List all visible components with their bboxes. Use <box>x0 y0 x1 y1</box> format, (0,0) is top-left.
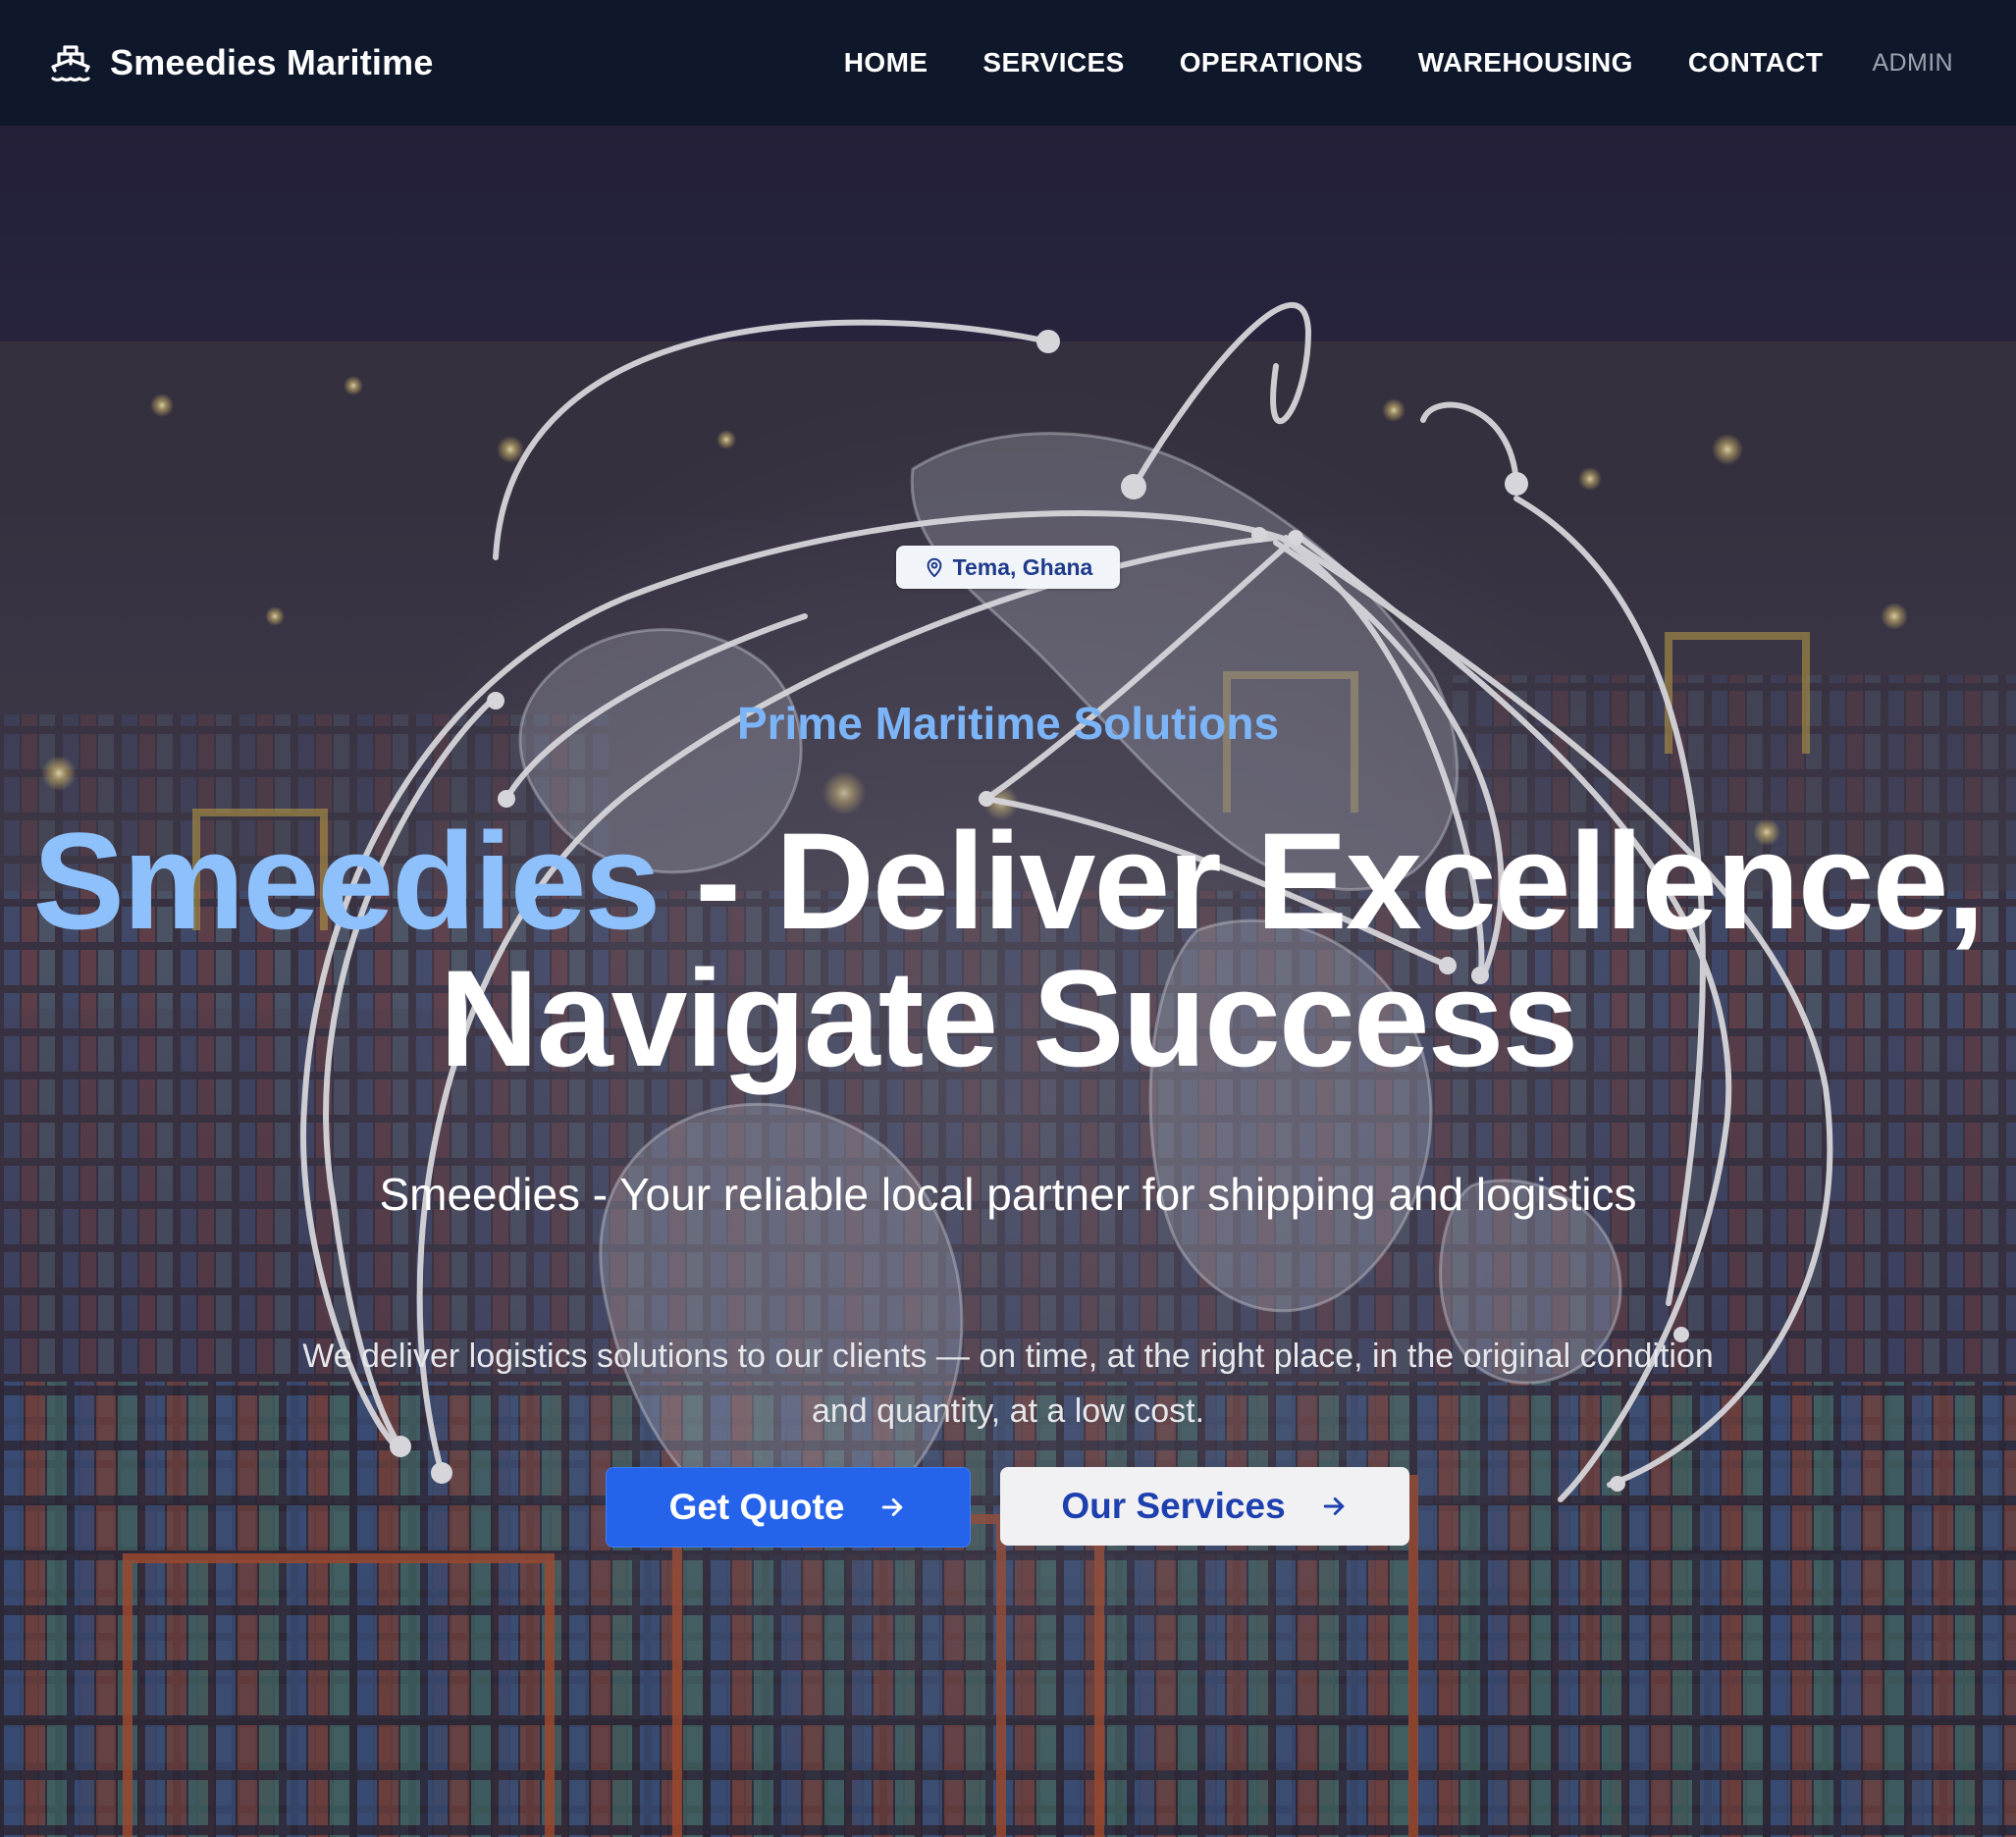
nav-contact[interactable]: CONTACT <box>1688 47 1824 79</box>
nav-admin[interactable]: ADMIN <box>1872 49 1953 78</box>
nav-home[interactable]: HOME <box>844 47 928 79</box>
our-services-button[interactable]: Our Services <box>1000 1467 1409 1546</box>
arrow-right-icon <box>1323 1497 1344 1515</box>
hero-content: Tema, Ghana Prime Maritime Solutions Sme… <box>0 126 2016 1837</box>
hero-headline: Smeedies - Deliver Excellence, Navigate … <box>0 813 2016 1087</box>
headline-rest: - Deliver Excellence, <box>659 804 1985 958</box>
get-quote-label: Get Quote <box>668 1487 845 1527</box>
nav-operations[interactable]: OPERATIONS <box>1180 47 1363 79</box>
arrow-right-icon <box>882 1498 903 1516</box>
location-badge: Tema, Ghana <box>896 546 1120 589</box>
location-text: Tema, Ghana <box>952 553 1093 580</box>
headline-accent: Smeedies <box>32 804 662 958</box>
ship-icon <box>51 45 90 82</box>
get-quote-button[interactable]: Get Quote <box>606 1467 971 1548</box>
nav-warehousing[interactable]: WAREHOUSING <box>1418 47 1633 79</box>
top-navbar: Smeedies Maritime HOME SERVICES OPERATIO… <box>0 0 2016 126</box>
brand-name: Smeedies Maritime <box>110 42 434 82</box>
nav-services[interactable]: SERVICES <box>982 47 1124 79</box>
brand[interactable]: Smeedies Maritime <box>47 39 434 86</box>
our-services-label: Our Services <box>1061 1486 1286 1526</box>
hero-tagline: Smeedies - Your reliable local partner f… <box>379 1169 1637 1220</box>
headline-line-1: Smeedies - Deliver Excellence, <box>0 813 2016 950</box>
map-pin-icon <box>927 557 942 578</box>
hero-kicker: Prime Maritime Solutions <box>736 698 1280 749</box>
hero-description: We deliver logistics solutions to our cl… <box>302 1338 1714 1430</box>
main-nav: HOME SERVICES OPERATIONS WAREHOUSING CON… <box>789 0 1953 126</box>
headline-line-2: Navigate Success <box>439 941 1579 1095</box>
hero-section: Tema, Ghana Prime Maritime Solutions Sme… <box>0 126 2016 1837</box>
